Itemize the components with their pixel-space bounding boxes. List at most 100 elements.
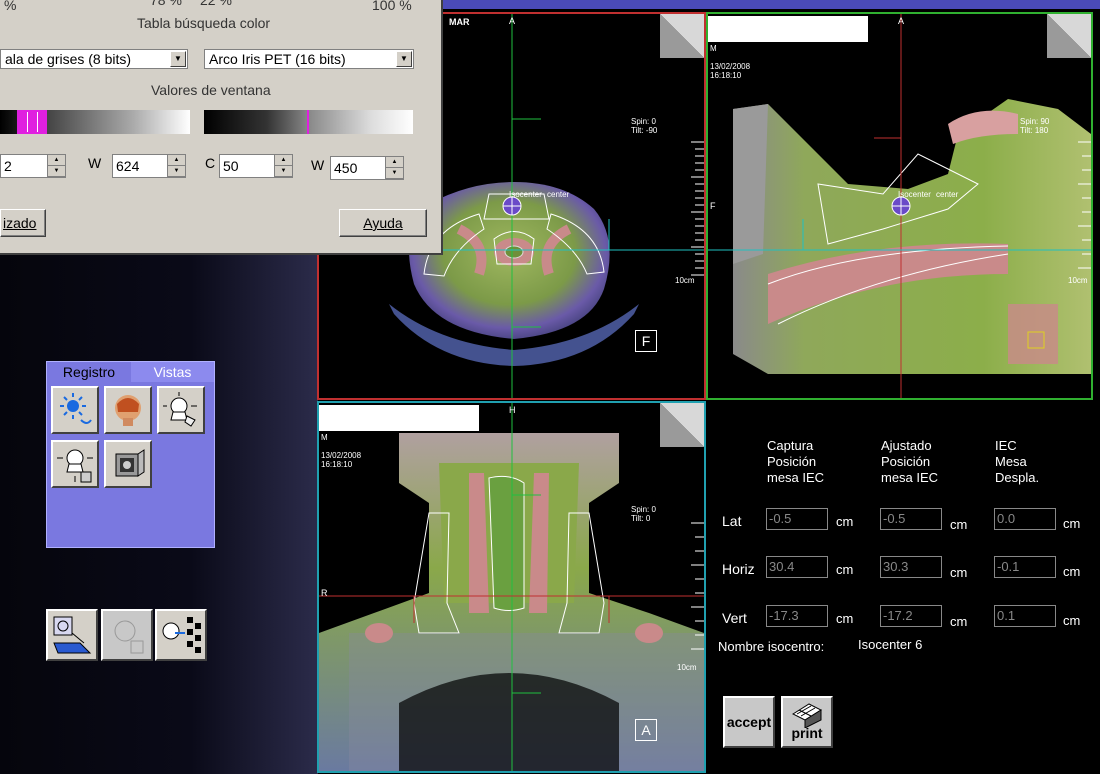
pan-head-button[interactable] [157,386,205,434]
coronal-left-marker: R [321,588,328,598]
axial-top-marker: A [509,16,516,26]
unit-label: cm [950,565,968,580]
col-iec-line3: Despla. [995,470,1040,485]
left-window-ramp[interactable] [0,110,190,134]
spinner-arrows[interactable]: ▲ ▼ [274,155,292,177]
accept-label: accept [726,714,772,730]
col-iec-line1: IEC [995,438,1017,453]
coronal-time: 16:18:10 [321,460,353,469]
sagittal-left-marker: F [710,201,716,211]
unit-label: cm [1063,516,1081,531]
coronal-orientation-marker: A [635,719,657,741]
tool-panel: Registro Vistas [46,361,215,548]
unit-label: cm [836,562,854,577]
col-ajustado-line3: mesa IEC [881,470,939,485]
opacity-mid1-percent: 78 % [150,0,182,8]
chevron-down-icon[interactable]: ▼ [396,51,412,67]
left-window-marker[interactable] [17,110,47,134]
unit-label: cm [950,614,968,629]
volume-view-button[interactable] [104,440,152,488]
color-lookup-dialog: % 78 % 22 % 100 % Tabla búsqueda color a… [0,0,443,255]
export-grid-icon [162,617,201,653]
spinner-arrows[interactable]: ▲ ▼ [385,157,403,179]
sagittal-m-label: M [710,44,717,53]
right-center-label: C [205,155,216,171]
unit-label: cm [950,517,968,532]
col-captura-line1: Captura [767,438,814,453]
brightness-icon [60,393,92,424]
axial-isocenter-suffix: center [547,190,570,199]
color-table-title: Tabla búsqueda color [137,15,271,31]
export-grid-button[interactable] [155,609,207,661]
left-width-value: 624 [116,158,140,174]
axial-mar-label: MAR [449,17,470,27]
help-button[interactable]: Ayuda [339,209,427,237]
sagittal-viewport[interactable]: M 13/02/2008 16:18:10 A F Spin: 90 Tilt:… [706,12,1093,400]
spinner-arrows[interactable]: ▲ ▼ [167,155,185,177]
horiz-desplaz-field[interactable]: -0.1 [994,556,1056,578]
lat-captura-field[interactable]: -0.5 [766,508,828,530]
coronal-image [319,403,704,771]
accept-button[interactable]: accept [723,696,775,748]
sagittal-isocenter-label: Isocenter [898,190,931,199]
print-button[interactable]: print [781,696,833,748]
finalize-button[interactable]: izado [0,209,46,237]
vert-ajustado-field[interactable]: -17.2 [880,605,942,627]
lat-desplaz-field[interactable]: 0.0 [994,508,1056,530]
chevron-down-icon[interactable]: ▼ [170,51,186,67]
left-width-spinner[interactable]: 624 ▲ ▼ [112,154,186,178]
axial-scale-label: 10cm [675,276,695,285]
volume-render-icon [115,449,145,477]
sagittal-scale-label: 10cm [1068,276,1088,285]
load-image-button[interactable] [46,609,98,661]
row-label-lat: Lat [722,513,742,529]
vert-captura-field[interactable]: -17.3 [766,605,828,627]
vert-desplaz-field[interactable]: 0.1 [994,605,1056,627]
lat-ajustado-field[interactable]: -0.5 [880,508,942,530]
coronal-date: 13/02/2008 [321,451,362,460]
col-ajustado-line1: Ajustado [881,438,932,453]
head-view-button[interactable] [104,386,152,434]
sagittal-image [708,14,1091,398]
right-width-spinner[interactable]: 450 ▲ ▼ [330,156,404,180]
col-captura-header: Captura Posición mesa IEC [767,438,824,486]
page-fold-shadow [660,14,704,58]
opacity-mid2-percent: 22 % [200,0,232,8]
right-window-ramp[interactable] [204,110,413,134]
sagittal-date: 13/02/2008 [710,62,751,71]
save-image-button[interactable] [101,609,153,661]
isocenter-name-label: Nombre isocentro: [718,639,825,654]
brightness-reset-button[interactable] [51,386,99,434]
sagittal-time: 16:18:10 [710,71,742,80]
row-label-vert: Vert [722,610,747,626]
isocenter-name-value: Isocenter 6 [858,637,923,652]
sagittal-top-marker: A [898,16,905,26]
left-center-spinner[interactable]: 2 ▲ ▼ [0,154,66,178]
left-center-value: 2 [4,158,12,174]
axial-isocenter-label: Isocenter [509,190,542,199]
coronal-top-marker: H [509,405,516,415]
rotate-head-icon [57,449,93,483]
tab-vistas[interactable]: Vistas [131,362,214,382]
coronal-viewport[interactable]: M 13/02/2008 16:18:10 H R Spin: 0 Tilt: … [317,401,706,773]
right-width-label: W [311,157,325,173]
spinner-arrows[interactable]: ▲ ▼ [47,155,65,177]
print-label: print [791,725,823,741]
coronal-tilt: Tilt: 0 [631,514,651,523]
right-center-spinner[interactable]: 50 ▲ ▼ [219,154,293,178]
lut-left-select[interactable]: ala de grises (8 bits) ▼ [0,49,188,69]
unit-label: cm [1063,613,1081,628]
horiz-captura-field[interactable]: 30.4 [766,556,828,578]
col-ajustado-line2: Posición [881,454,931,469]
axial-tilt: Tilt: -90 [631,126,658,135]
sagittal-isocenter-suffix: center [936,190,959,199]
lut-right-select[interactable]: Arco Iris PET (16 bits) ▼ [204,49,414,69]
tab-registro[interactable]: Registro [47,362,132,382]
rotate-head-button[interactable] [51,440,99,488]
right-window-marker[interactable] [307,110,309,134]
right-center-value: 50 [223,158,239,174]
opacity-left-percent: % [4,0,17,13]
lut-right-value: Arco Iris PET (16 bits) [209,51,346,67]
horiz-ajustado-field[interactable]: 30.3 [880,556,942,578]
sagittal-tilt: Tilt: 180 [1020,126,1049,135]
